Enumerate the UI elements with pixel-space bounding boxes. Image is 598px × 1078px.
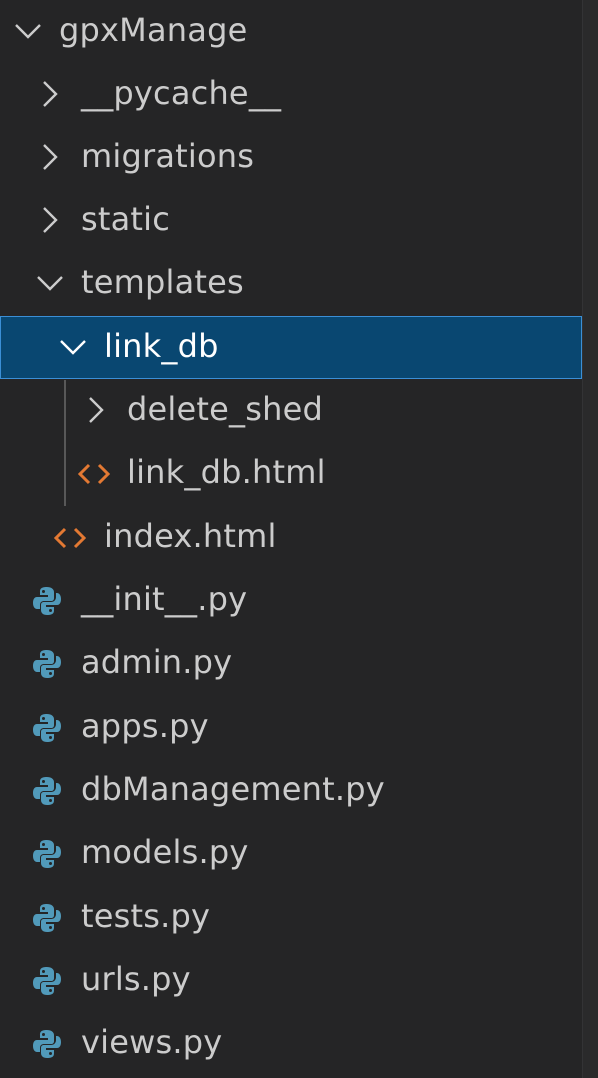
vertical-scrollbar[interactable] bbox=[582, 0, 598, 1078]
python-file-icon bbox=[31, 902, 63, 934]
html-file-icon bbox=[54, 522, 86, 554]
tree-file-tests-py[interactable]: tests.py bbox=[0, 886, 582, 949]
python-file-icon bbox=[31, 1028, 63, 1060]
python-file-icon bbox=[31, 648, 63, 680]
tree-item-label: tests.py bbox=[81, 897, 211, 935]
chevron-right-icon bbox=[34, 78, 66, 110]
chevron-right-icon bbox=[34, 204, 66, 236]
tree-item-label: views.py bbox=[81, 1023, 223, 1061]
python-file-icon bbox=[31, 585, 63, 617]
tree-folder-gpxmanage[interactable]: gpxManage bbox=[0, 0, 582, 63]
html-file-icon bbox=[78, 458, 110, 490]
tree-item-label: dbManagement.py bbox=[81, 770, 385, 808]
tree-item-label: apps.py bbox=[81, 707, 209, 745]
tree-file-link-db-html[interactable]: link_db.html bbox=[0, 442, 582, 505]
tree-folder-delete-shed[interactable]: delete_shed bbox=[0, 379, 582, 442]
tree-folder-link-db[interactable]: link_db bbox=[0, 316, 582, 379]
tree-item-label: models.py bbox=[81, 833, 249, 871]
tree-folder-templates[interactable]: templates bbox=[0, 252, 582, 315]
chevron-down-icon bbox=[34, 267, 66, 299]
file-explorer: gpxManage __pycache__ migrations static … bbox=[0, 0, 598, 1078]
tree-item-label: static bbox=[81, 200, 171, 238]
tree-item-label: urls.py bbox=[81, 960, 191, 998]
tree-folder-migrations[interactable]: migrations bbox=[0, 126, 582, 189]
tree-item-label: __pycache__ bbox=[81, 74, 282, 112]
python-file-icon bbox=[31, 712, 63, 744]
chevron-down-icon bbox=[57, 331, 89, 363]
tree-item-label: templates bbox=[81, 263, 244, 301]
tree-item-label: delete_shed bbox=[127, 390, 323, 428]
tree-file-admin-py[interactable]: admin.py bbox=[0, 632, 582, 695]
tree-file-urls-py[interactable]: urls.py bbox=[0, 949, 582, 1012]
tree-item-label: migrations bbox=[81, 137, 255, 175]
chevron-down-icon bbox=[12, 15, 44, 47]
python-file-icon bbox=[31, 775, 63, 807]
tree-folder-pycache[interactable]: __pycache__ bbox=[0, 63, 582, 126]
tree-item-label: gpxManage bbox=[59, 11, 248, 49]
chevron-right-icon bbox=[80, 394, 112, 426]
tree-file-models-py[interactable]: models.py bbox=[0, 822, 582, 885]
tree-item-label: link_db bbox=[104, 327, 219, 365]
tree-file-views-py[interactable]: views.py bbox=[0, 1012, 582, 1075]
python-file-icon bbox=[31, 965, 63, 997]
tree-item-label: __init__.py bbox=[81, 580, 248, 618]
tree-file-apps-py[interactable]: apps.py bbox=[0, 696, 582, 759]
tree-folder-static[interactable]: static bbox=[0, 189, 582, 252]
chevron-right-icon bbox=[34, 141, 66, 173]
python-file-icon bbox=[31, 838, 63, 870]
tree-item-label: link_db.html bbox=[127, 453, 326, 491]
tree-file-dbmanagement-py[interactable]: dbManagement.py bbox=[0, 759, 582, 822]
tree-item-label: index.html bbox=[104, 517, 277, 555]
tree-file-init-py[interactable]: __init__.py bbox=[0, 569, 582, 632]
tree-file-index-html[interactable]: index.html bbox=[0, 506, 582, 569]
tree-item-label: admin.py bbox=[81, 643, 233, 681]
